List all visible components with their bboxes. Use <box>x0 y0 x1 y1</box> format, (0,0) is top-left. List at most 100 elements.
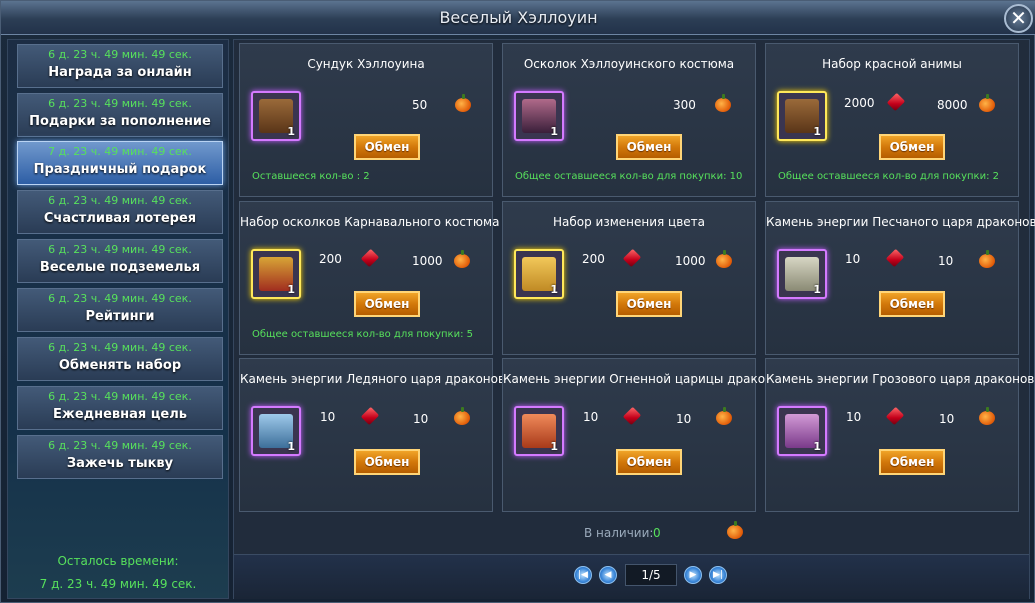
sidebar-item-label: Веселые подземелья <box>39 260 201 275</box>
ruby-icon <box>885 248 905 268</box>
ruby-price: 2000 <box>844 96 875 110</box>
first-page-icon[interactable]: |◀ <box>574 566 592 584</box>
pumpkin-price: 300 <box>673 98 696 112</box>
pumpkin-icon <box>979 407 995 425</box>
pumpkin-icon <box>979 94 995 112</box>
remaining-count: Общее оставшееся кол-во для покупки: 5 <box>252 329 474 340</box>
sidebar-item-dungeons[interactable]: 6 д. 23 ч. 49 мин. 49 сек. Веселые подзе… <box>17 239 223 283</box>
ruby-price: 10 <box>320 410 336 424</box>
pumpkin-icon <box>454 250 470 268</box>
pumpkin-icon <box>727 521 743 539</box>
exchange-button[interactable]: Обмен <box>879 134 945 160</box>
item-slot[interactable]: 1 <box>251 249 301 299</box>
sidebar-item-online-reward[interactable]: 6 д. 23 ч. 49 мин. 49 сек. Награда за он… <box>17 44 223 88</box>
sidebar-item-label: Награда за онлайн <box>48 65 192 80</box>
exchange-button[interactable]: Обмен <box>354 449 420 475</box>
exchange-button[interactable]: Обмен <box>616 291 682 317</box>
item-title: Сундук Хэллоуина <box>307 57 425 71</box>
sidebar-item-label: Праздничный подарок <box>33 162 207 177</box>
sidebar-item-label: Зажечь тыкву <box>66 456 174 471</box>
item-slot[interactable]: 1 <box>514 406 564 456</box>
item-quantity: 1 <box>813 283 821 296</box>
ruby-price: 10 <box>583 410 599 424</box>
sidebar-item-timer: 6 д. 23 ч. 49 мин. 49 сек. <box>48 194 192 207</box>
item-quantity: 1 <box>550 283 558 296</box>
sidebar-item-ratings[interactable]: 6 д. 23 ч. 49 мин. 49 сек. Рейтинги <box>17 288 223 332</box>
prev-page-icon[interactable]: ◀ <box>599 566 617 584</box>
event-window: Веселый Хэллоуин ✕ 6 д. 23 ч. 49 мин. 49… <box>0 0 1035 603</box>
pumpkin-icon <box>716 250 732 268</box>
pumpkin-icon <box>455 94 471 112</box>
remaining-time-label: Осталось времени: <box>57 554 179 568</box>
title-bar: Веселый Хэллоуин ✕ <box>1 1 1035 35</box>
item-card: Камень энергии Грозового царя драконов 1… <box>765 358 1035 512</box>
item-title: Набор красной анимы <box>822 57 962 71</box>
sidebar-item-timer: 6 д. 23 ч. 49 мин. 49 сек. <box>48 97 192 110</box>
item-slot[interactable]: 1 <box>777 91 827 141</box>
sidebar-item-topup-gifts[interactable]: 6 д. 23 ч. 49 мин. 49 сек. Подарки за по… <box>17 93 223 137</box>
sidebar-item-exchange-set[interactable]: 6 д. 23 ч. 49 мин. 49 сек. Обменять набо… <box>17 337 223 381</box>
exchange-button[interactable]: Обмен <box>616 134 682 160</box>
pumpkin-icon <box>454 407 470 425</box>
item-title: Осколок Хэллоуинского костюма <box>523 57 735 71</box>
item-slot[interactable]: 1 <box>514 249 564 299</box>
item-slot[interactable]: 1 <box>514 91 564 141</box>
last-page-icon[interactable]: ▶| <box>709 566 727 584</box>
sidebar-item-label: Счастливая лотерея <box>43 211 197 226</box>
sidebar-item-holiday-gift[interactable]: 7 д. 23 ч. 49 мин. 49 сек. Праздничный п… <box>17 141 223 185</box>
pumpkin-price: 50 <box>412 98 428 112</box>
item-quantity: 1 <box>813 440 821 453</box>
item-card: Камень энергии Ледяного царя драконов 1 … <box>239 358 506 512</box>
sidebar-item-lottery[interactable]: 6 д. 23 ч. 49 мин. 49 сек. Счастливая ло… <box>17 190 223 234</box>
available-label: В наличии: <box>584 526 654 540</box>
sidebar: 6 д. 23 ч. 49 мин. 49 сек. Награда за он… <box>7 39 229 599</box>
item-card: Сундук Хэллоуина 1 50 Обмен Оставшееся к… <box>239 43 493 197</box>
sidebar-item-timer: 6 д. 23 ч. 49 мин. 49 сек. <box>48 243 192 256</box>
ruby-price: 10 <box>846 410 862 424</box>
ruby-icon <box>622 406 642 426</box>
exchange-button[interactable]: Обмен <box>354 291 420 317</box>
remaining-count: Оставшееся кол-во : 2 <box>252 171 370 182</box>
pumpkin-icon <box>716 407 732 425</box>
sidebar-item-timer: 6 д. 23 ч. 49 мин. 49 сек. <box>48 390 192 403</box>
sidebar-item-timer: 7 д. 23 ч. 49 мин. 49 сек. <box>48 145 192 158</box>
close-icon[interactable]: ✕ <box>1004 4 1033 33</box>
pumpkin-price: 10 <box>939 412 955 426</box>
item-card: Камень энергии Песчаного царя драконов 1… <box>765 201 1035 355</box>
ruby-icon <box>360 406 380 426</box>
next-page-icon[interactable]: ▶ <box>684 566 702 584</box>
sidebar-item-light-pumpkin[interactable]: 6 д. 23 ч. 49 мин. 49 сек. Зажечь тыкву <box>17 435 223 479</box>
item-slot[interactable]: 1 <box>251 406 301 456</box>
pumpkin-price: 10 <box>676 412 692 426</box>
pumpkin-price: 1000 <box>675 254 706 268</box>
remaining-count: Общее оставшееся кол-во для покупки: 10 <box>515 171 743 182</box>
exchange-button[interactable]: Обмен <box>879 449 945 475</box>
sidebar-item-timer: 6 д. 23 ч. 49 мин. 49 сек. <box>48 341 192 354</box>
exchange-button[interactable]: Обмен <box>879 291 945 317</box>
item-slot[interactable]: 1 <box>777 249 827 299</box>
exchange-panel: Сундук Хэллоуина 1 50 Обмен Оставшееся к… <box>233 39 1035 599</box>
item-title: Камень энергии Песчаного царя драконов <box>766 215 1035 229</box>
sidebar-item-label: Подарки за пополнение <box>29 114 211 129</box>
item-quantity: 1 <box>287 125 295 138</box>
ruby-icon <box>886 92 906 112</box>
ruby-price: 10 <box>845 252 861 266</box>
exchange-button[interactable]: Обмен <box>354 134 420 160</box>
item-quantity: 1 <box>287 440 295 453</box>
exchange-button[interactable]: Обмен <box>616 449 682 475</box>
item-title: Камень энергии Ледяного царя драконов <box>240 372 506 386</box>
pumpkin-price: 1000 <box>412 254 443 268</box>
item-title: Камень энергии Грозового царя драконов <box>766 372 1035 386</box>
item-card: Набор красной анимы 1 2000 8000 Обмен Об… <box>765 43 1019 197</box>
item-quantity: 1 <box>550 440 558 453</box>
item-slot[interactable]: 1 <box>777 406 827 456</box>
pumpkin-icon <box>979 250 995 268</box>
item-card: Набор осколков Карнавального костюма 1 2… <box>239 201 499 355</box>
available-value: 0 <box>653 526 661 540</box>
item-slot[interactable]: 1 <box>251 91 301 141</box>
item-quantity: 1 <box>550 125 558 138</box>
remaining-count: Общее оставшееся кол-во для покупки: 2 <box>778 171 1000 182</box>
sidebar-item-daily-goal[interactable]: 6 д. 23 ч. 49 мин. 49 сек. Ежедневная це… <box>17 386 223 430</box>
sidebar-item-label: Обменять набор <box>58 358 182 373</box>
item-card: Набор изменения цвета 1 200 1000 Обмен <box>502 201 756 355</box>
